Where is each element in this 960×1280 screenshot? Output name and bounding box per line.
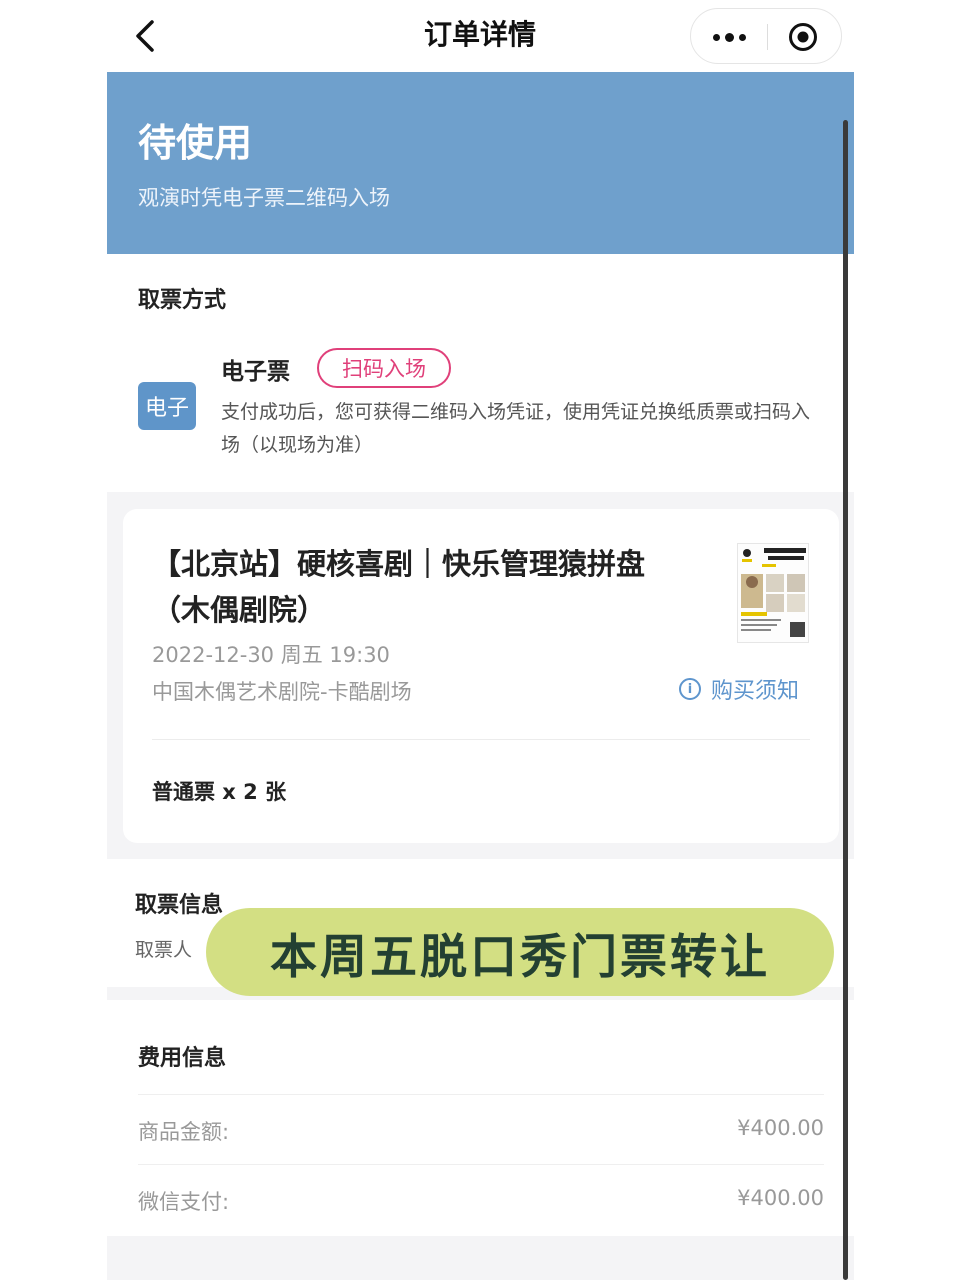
ticket-type: 电子票 <box>221 359 290 385</box>
scrollbar[interactable] <box>843 120 848 1280</box>
mini-program-capsule <box>690 8 842 64</box>
pickup-info-title: 取票信息 <box>135 893 224 918</box>
pickup-method-title: 取票方式 <box>138 288 227 313</box>
fee-label: 微信支付: <box>138 1190 230 1214</box>
fee-info-section: 费用信息 商品金额: ¥400.00 微信支付: ¥400.00 <box>107 1000 854 1236</box>
more-dots-icon[interactable] <box>691 9 767 65</box>
purchase-notice-link[interactable]: i 购买须知 <box>679 673 799 705</box>
fee-value: ¥400.00 <box>737 1116 824 1140</box>
fee-row: 微信支付: ¥400.00 <box>138 1186 824 1226</box>
sticker-text: 本周五脱口秀门票转让 <box>270 929 770 985</box>
capsule-divider <box>767 24 768 50</box>
ticket-transfer-sticker: 本周五脱口秀门票转让 <box>206 908 834 996</box>
fee-divider <box>138 1164 824 1165</box>
info-icon: i <box>679 678 701 700</box>
nav-bar: 订单详情 <box>0 0 960 72</box>
target-icon[interactable] <box>788 22 818 52</box>
order-status: 待使用 <box>138 121 253 165</box>
scan-entry-tag: 扫码入场 <box>317 348 451 388</box>
show-datetime: 2022-12-30 周五 19:30 <box>152 643 390 667</box>
purchase-notice-label: 购买须知 <box>711 679 800 704</box>
pickup-method-section: 取票方式 电子 电子票 扫码入场 支付成功后，您可获得二维码入场凭证，使用凭证兑… <box>107 254 854 492</box>
e-ticket-badge: 电子 <box>138 382 196 430</box>
ticket-holder-label: 取票人 <box>135 939 193 961</box>
fee-label: 商品金额: <box>138 1120 230 1144</box>
show-card[interactable]: 【北京站】硬核喜剧｜快乐管理猿拼盘（木偶剧院） 2022-12-30 周五 19… <box>123 509 839 843</box>
status-subtitle: 观演时凭电子票二维码入场 <box>138 186 390 210</box>
fee-value: ¥400.00 <box>737 1186 824 1210</box>
show-title: 【北京站】硬核喜剧｜快乐管理猿拼盘（木偶剧院） <box>152 547 646 627</box>
show-poster[interactable] <box>737 543 809 643</box>
card-divider <box>152 739 810 740</box>
fee-row: 商品金额: ¥400.00 <box>138 1116 824 1156</box>
status-banner: 待使用 观演时凭电子票二维码入场 <box>107 72 854 254</box>
pickup-description: 支付成功后，您可获得二维码入场凭证，使用凭证兑换纸质票或扫码入场（以现场为准） <box>221 401 811 456</box>
show-venue: 中国木偶艺术剧院-卡酷剧场 <box>152 680 412 704</box>
fee-divider <box>138 1094 824 1095</box>
ticket-count: 普通票 x 2 张 <box>152 780 287 804</box>
order-detail-content[interactable]: 待使用 观演时凭电子票二维码入场 取票方式 电子 电子票 扫码入场 支付成功后，… <box>107 72 854 1280</box>
fee-info-title: 费用信息 <box>138 1046 227 1071</box>
